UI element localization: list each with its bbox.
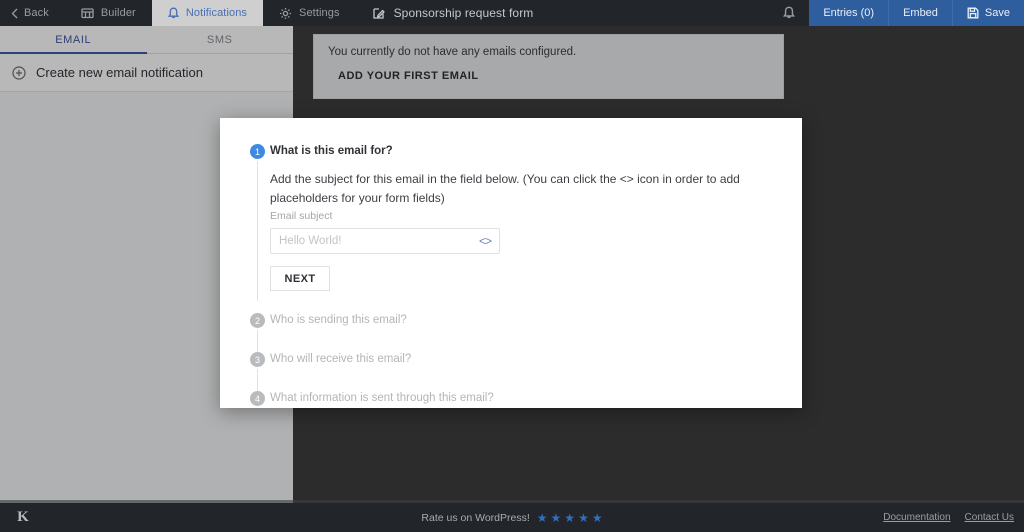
contact-us-link[interactable]: Contact Us [965, 512, 1014, 523]
rate-us-label: Rate us on WordPress! [421, 512, 529, 524]
entries-button[interactable]: Entries (0) [809, 0, 888, 26]
footer-bar: K Rate us on WordPress! ★ ★ ★ ★ ★ Docume… [0, 503, 1024, 532]
rate-us-section: Rate us on WordPress! ★ ★ ★ ★ ★ [0, 512, 1024, 524]
back-button[interactable]: Back [0, 0, 65, 26]
next-button[interactable]: NEXT [270, 266, 330, 291]
floppy-disk-icon [967, 7, 979, 19]
step-1-badge: 1 [250, 144, 265, 159]
layout-icon [81, 7, 94, 19]
wizard-step-4[interactable]: 4 What information is sent through this … [220, 391, 802, 430]
documentation-link[interactable]: Documentation [883, 512, 950, 523]
chevron-left-icon [10, 8, 19, 19]
back-label: Back [24, 7, 49, 19]
top-bar: Back Builder Notifications [0, 0, 1024, 26]
wizard-step-2[interactable]: 2 Who is sending this email? [220, 313, 802, 352]
step-2-badge: 2 [250, 313, 265, 328]
entries-label: Entries (0) [823, 7, 874, 19]
save-button[interactable]: Save [952, 0, 1024, 26]
email-wizard-modal: 1 What is this email for? Add the subjec… [220, 118, 802, 408]
wizard-step-1: 1 What is this email for? Add the subjec… [220, 144, 802, 291]
notifications-bell-button[interactable] [769, 0, 809, 26]
wizard-remaining-steps: 2 Who is sending this email? 3 Who will … [220, 313, 802, 430]
embed-label: Embed [903, 7, 938, 19]
step-4-title: What information is sent through this em… [270, 391, 802, 406]
form-title: Sponsorship request form [356, 0, 550, 26]
wizard-step-3[interactable]: 3 Who will receive this email? [220, 352, 802, 391]
embed-button[interactable]: Embed [888, 0, 952, 26]
form-title-text: Sponsorship request form [394, 6, 534, 20]
star-icon[interactable]: ★ [537, 512, 548, 524]
bell-icon [783, 6, 795, 20]
step-3-badge: 3 [250, 352, 265, 367]
step-2-title: Who is sending this email? [270, 313, 802, 328]
edit-pencil-icon [372, 7, 385, 20]
step-1-title: What is this email for? [270, 144, 802, 159]
step-1-body: Add the subject for this email in the fi… [270, 159, 802, 291]
star-rating[interactable]: ★ ★ ★ ★ ★ [537, 512, 603, 524]
email-subject-label: Email subject [270, 210, 772, 222]
star-icon[interactable]: ★ [578, 512, 589, 524]
app-root: Back Builder Notifications [0, 0, 1024, 532]
nav-builder-label: Builder [101, 7, 136, 19]
step-connector-line [257, 161, 258, 301]
code-placeholder-icon[interactable]: <> [473, 234, 491, 248]
star-icon[interactable]: ★ [592, 512, 603, 524]
email-subject-input[interactable] [279, 235, 473, 247]
nav-builder[interactable]: Builder [65, 0, 152, 26]
gear-icon [279, 7, 292, 20]
step-3-title: Who will receive this email? [270, 352, 802, 367]
email-subject-field-wrap[interactable]: <> [270, 228, 500, 254]
step-1-description: Add the subject for this email in the fi… [270, 170, 760, 208]
step-4-badge: 4 [250, 391, 265, 406]
footer-links: Documentation Contact Us [883, 512, 1014, 523]
nav-notifications[interactable]: Notifications [152, 0, 263, 26]
topbar-spacer [549, 0, 769, 26]
topbar-actions: Entries (0) Embed Save [809, 0, 1024, 26]
bell-icon [168, 7, 179, 20]
star-icon[interactable]: ★ [551, 512, 562, 524]
nav-settings[interactable]: Settings [263, 0, 356, 26]
nav-notifications-label: Notifications [186, 7, 247, 19]
save-label: Save [985, 7, 1010, 19]
star-icon[interactable]: ★ [564, 512, 575, 524]
nav-settings-label: Settings [299, 7, 340, 19]
